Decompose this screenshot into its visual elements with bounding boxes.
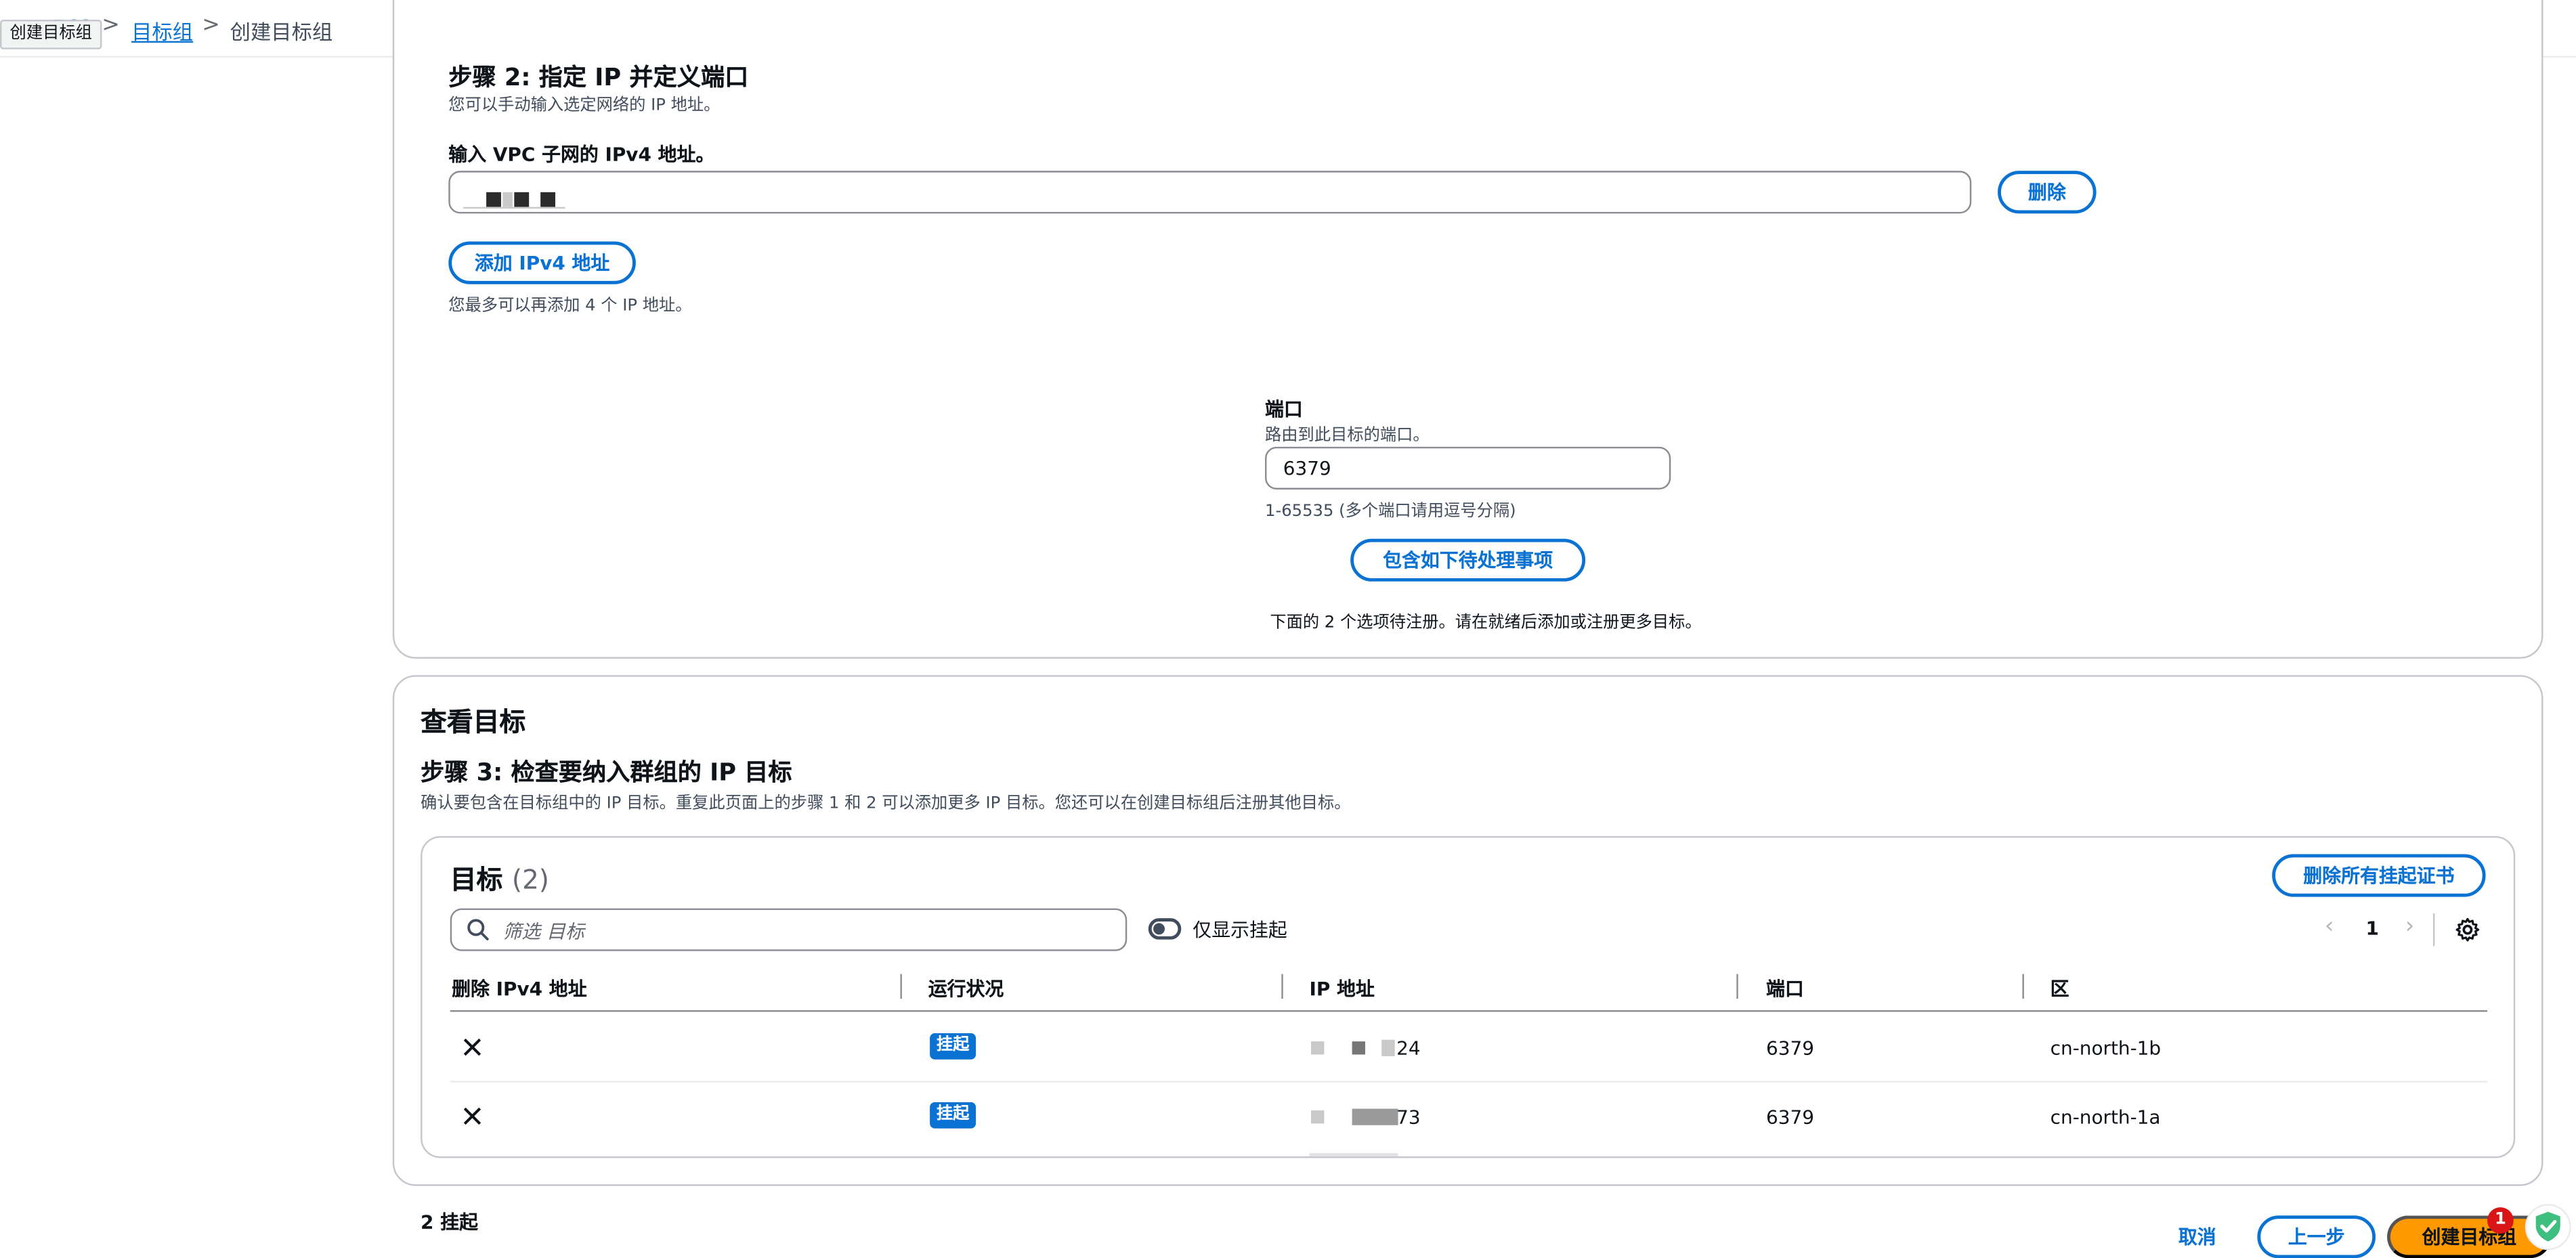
previous-button[interactable]: 上一步 — [2257, 1215, 2376, 1258]
masked-ip — [1381, 1039, 1395, 1056]
targets-count: (2) — [511, 864, 549, 896]
shield-icon — [2535, 1211, 2560, 1242]
chevron-right-icon[interactable]: › — [2405, 913, 2415, 940]
ipv4-label: 输入 VPC 子网的 IPv4 地址。 — [448, 143, 715, 167]
ipv4-input[interactable] — [448, 171, 1972, 214]
close-icon[interactable] — [462, 1037, 484, 1058]
port-cell: 6379 — [1765, 1105, 1815, 1129]
add-ipv4-button[interactable]: 添加 IPv4 地址 — [448, 241, 636, 284]
ip-address: 24 — [1396, 1036, 1421, 1060]
masked-ip — [514, 192, 530, 207]
cancel-button[interactable]: 取消 — [2178, 1223, 2216, 1250]
ip-address: 73 — [1396, 1105, 1421, 1129]
page-root: EC2 > 目标组 > 创建目标组 创建目标组 步骤 2: 指定 IP 并定义端… — [0, 0, 2576, 1258]
col-separator[interactable] — [2022, 974, 2024, 999]
targets-title: 目标 (2) — [450, 857, 549, 896]
masked-ip — [1352, 1108, 1398, 1125]
masked-ip — [1352, 1041, 1366, 1055]
col-header-port[interactable]: 端口 — [1766, 976, 1804, 1002]
filter-placeholder: 筛选 目标 — [502, 919, 584, 943]
review-section-title: 查看目标 — [421, 706, 526, 738]
col-header-ip[interactable]: IP 地址 — [1310, 976, 1375, 1002]
chevron-left-icon[interactable]: ‹ — [2325, 913, 2334, 940]
masked-ip — [502, 192, 513, 207]
masked-ip — [486, 192, 501, 207]
status-badge: 挂起 — [930, 1102, 976, 1129]
chevron-right-icon: > — [102, 13, 120, 38]
include-pending-button[interactable]: 包含如下待处理事项 — [1350, 538, 1586, 582]
chevron-right-icon: > — [202, 13, 220, 38]
masked-ip — [1310, 1041, 1325, 1055]
tooltip: 创建目标组 — [0, 20, 102, 49]
col-separator[interactable] — [900, 974, 902, 999]
breadcrumb-link-target-groups[interactable]: 目标组 — [131, 15, 193, 46]
port-hint: 1-65535 (多个端口请用逗号分隔) — [1265, 502, 1516, 521]
search-icon — [467, 919, 489, 940]
pending-note: 下面的 2 个选项待注册。请在就绪后添加或注册更多目标。 — [1270, 614, 1702, 633]
remove-ipv4-button[interactable]: 删除 — [1998, 171, 2097, 214]
step2-desc: 您可以手动输入选定网络的 IP 地址。 — [448, 97, 721, 115]
col-header-remove[interactable]: 删除 IPv4 地址 — [452, 976, 586, 1002]
header-divider — [450, 1010, 2487, 1012]
step3-desc: 确认要包含在目标组中的 IP 目标。重复此页面上的步骤 1 和 2 可以添加更多… — [421, 795, 1351, 813]
masked-ip — [540, 192, 555, 207]
masked-underline — [1309, 1153, 1398, 1156]
targets-title-text: 目标 — [450, 864, 503, 896]
gear-icon[interactable] — [2454, 917, 2481, 943]
add-ipv4-hint: 您最多可以再添加 4 个 IP 地址。 — [448, 297, 692, 316]
zone-cell: cn-north-1a — [2050, 1105, 2161, 1129]
col-separator[interactable] — [1281, 974, 1283, 999]
close-icon[interactable] — [462, 1106, 484, 1127]
masked-ip-underline — [463, 207, 565, 209]
status-badge: 挂起 — [930, 1033, 976, 1060]
col-separator[interactable] — [1736, 974, 1738, 999]
port-desc: 路由到此目标的端口。 — [1265, 427, 1430, 446]
filter-input[interactable]: 筛选 目标 — [450, 908, 1128, 951]
step3-title: 步骤 3: 检查要纳入群组的 IP 目标 — [421, 760, 792, 787]
notification-badge: 1 — [2487, 1207, 2514, 1234]
pending-count: 2 挂起 — [421, 1210, 479, 1234]
col-header-status[interactable]: 运行状况 — [928, 976, 1004, 1002]
pending-only-label: 仅显示挂起 — [1193, 918, 1287, 942]
remove-all-pending-button[interactable]: 删除所有挂起证书 — [2272, 854, 2486, 897]
page-number[interactable]: 1 — [2365, 917, 2378, 940]
shield-check-icon[interactable] — [2525, 1204, 2571, 1251]
port-input[interactable]: 6379 — [1265, 446, 1671, 490]
zone-cell: cn-north-1b — [2050, 1036, 2162, 1060]
masked-ip — [1310, 1110, 1325, 1124]
row-divider — [450, 1081, 2487, 1083]
port-label: 端口 — [1265, 397, 1303, 421]
divider — [2432, 913, 2435, 947]
pending-only-toggle[interactable] — [1148, 918, 1182, 940]
breadcrumb-current: 创建目标组 — [230, 20, 333, 45]
targets-table: 目标 (2) 删除所有挂起证书 筛选 目标 仅显示挂起 ‹ 1 › 删除 IPv… — [421, 836, 2516, 1158]
step2-title: 步骤 2: 指定 IP 并定义端口 — [448, 66, 749, 92]
col-header-zone[interactable]: 区 — [2051, 976, 2069, 1002]
port-cell: 6379 — [1765, 1036, 1815, 1060]
